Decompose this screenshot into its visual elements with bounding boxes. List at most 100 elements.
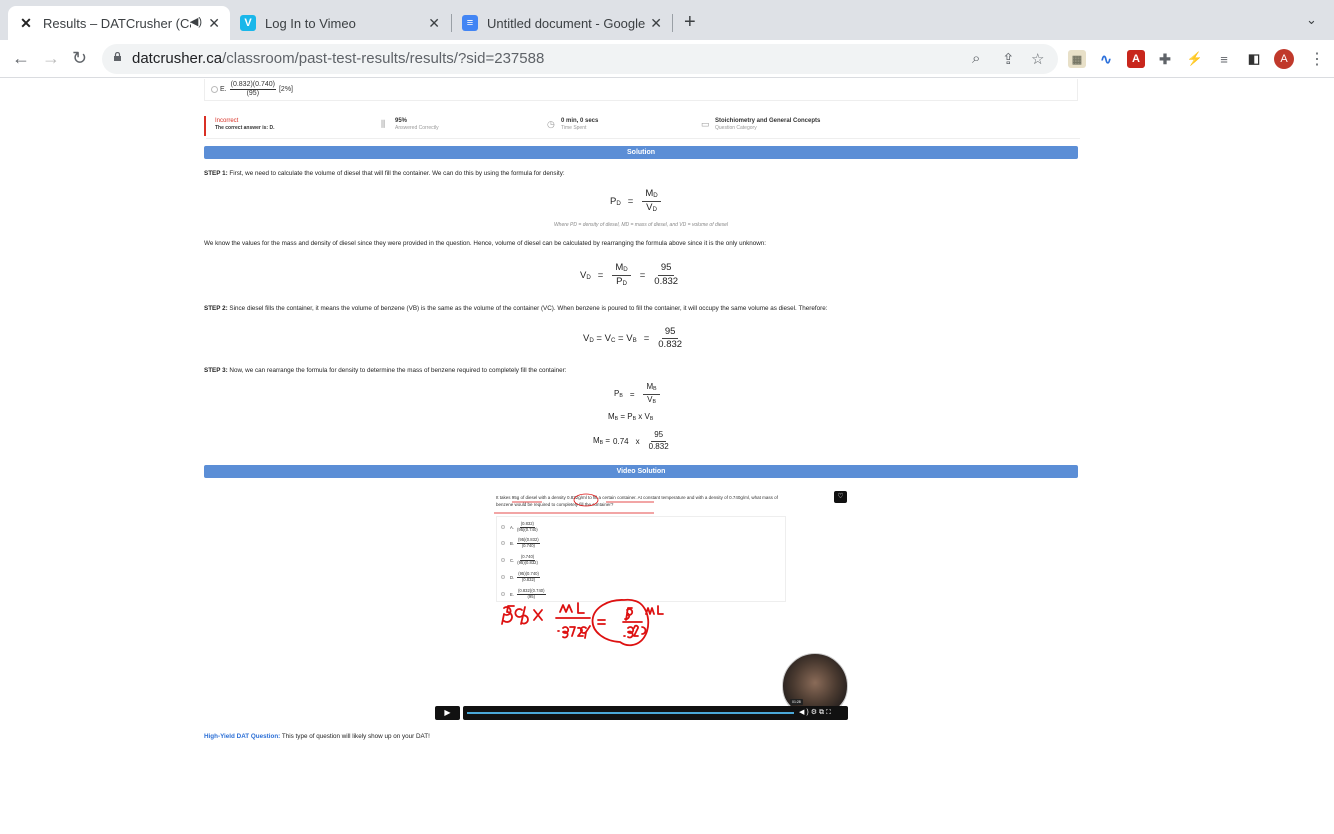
correct-answer-text: The correct answer is: D. bbox=[215, 125, 275, 131]
eq-term: VD bbox=[580, 269, 591, 281]
speaker-icon[interactable]: ◀) bbox=[190, 15, 202, 28]
reload-icon[interactable]: ↻ bbox=[72, 48, 87, 69]
volume-icon[interactable]: ◀) bbox=[799, 709, 811, 716]
high-yield-text: This type of question will likely show u… bbox=[280, 733, 430, 740]
radio-button bbox=[501, 558, 505, 563]
eq-term: PB bbox=[614, 389, 623, 400]
divider bbox=[206, 138, 1080, 139]
eq-term: VD = VC = VB bbox=[583, 333, 637, 345]
tab-google-docs[interactable]: ≡ Untitled document - Google Do ✕ bbox=[452, 6, 672, 40]
benzene-mass-result: MB = 0.74 x 95 0.832 bbox=[593, 430, 671, 452]
radio-button bbox=[501, 592, 505, 597]
calculator-extension-icon[interactable]: ▦ bbox=[1068, 50, 1086, 68]
step-body: First, we need to calculate the volume o… bbox=[227, 170, 565, 177]
eq-operator: = bbox=[629, 389, 635, 399]
category-value: Stoichiometry and General Concepts bbox=[715, 118, 821, 124]
close-tab-icon[interactable]: ✕ bbox=[428, 15, 440, 32]
eq-fraction: MB VB bbox=[643, 382, 660, 405]
option-percent: [2%] bbox=[278, 85, 293, 93]
variable-caption: Where PD = density of diesel, MD = mass … bbox=[0, 222, 1282, 228]
media-queue-icon[interactable]: ≡ bbox=[1215, 50, 1233, 68]
back-icon[interactable]: ← bbox=[12, 48, 30, 69]
radio-button[interactable] bbox=[211, 85, 218, 93]
bolt-extension-icon[interactable]: ⚡ bbox=[1186, 50, 1204, 68]
star-icon[interactable]: ☆ bbox=[1031, 50, 1044, 68]
time-value: 0 min, 0 secs bbox=[561, 118, 599, 124]
fullscreen-icon[interactable]: ⛶ bbox=[826, 709, 833, 716]
settings-icon[interactable]: ⚙ bbox=[811, 709, 819, 716]
option-e[interactable]: E. (0.832)(0.740) (95) [2%] bbox=[211, 81, 293, 97]
eq-operator: = bbox=[639, 269, 646, 281]
close-tab-icon[interactable]: ✕ bbox=[208, 15, 220, 32]
fraction-denominator: (95) bbox=[246, 89, 260, 97]
step-label: STEP 1: bbox=[204, 170, 228, 177]
eq-operator: x bbox=[635, 436, 640, 446]
percent-stat: ⫼ 95% Answered Correctly bbox=[381, 118, 439, 131]
share-icon[interactable]: ⇪ bbox=[1002, 50, 1015, 68]
waveform-extension-icon[interactable]: ∿ bbox=[1097, 50, 1115, 68]
tab-title: Log In to Vimeo bbox=[265, 15, 356, 31]
google-docs-icon: ≡ bbox=[462, 15, 478, 31]
radio-button bbox=[501, 575, 505, 580]
eq-operator: = bbox=[597, 269, 604, 281]
step-body: Since diesel fills the container, it mea… bbox=[227, 305, 828, 312]
percent-value: 95% bbox=[395, 118, 408, 124]
high-yield-label: High-Yield DAT Question: bbox=[204, 733, 281, 740]
option-fraction: (0.832)(0.740) (95) bbox=[229, 81, 276, 97]
address-bar[interactable]: datcrusher.ca/classroom/past-test-result… bbox=[102, 44, 1058, 74]
container-volume-equation: VD = VC = VB = 95 0.832 bbox=[583, 326, 684, 351]
menu-icon[interactable]: ⋮ bbox=[1309, 49, 1325, 69]
eq-term: PD bbox=[610, 195, 621, 207]
eq-value: 0.74 bbox=[613, 436, 629, 446]
fraction-denominator: 0.832 bbox=[654, 275, 679, 287]
eq-term: MB = bbox=[593, 436, 611, 447]
fraction-numerator: MD bbox=[642, 188, 661, 202]
option-letter: C. bbox=[510, 557, 515, 563]
close-tab-icon[interactable]: ✕ bbox=[650, 15, 662, 32]
step2-text: STEP 2: Since diesel fills the container… bbox=[204, 305, 828, 312]
percent-label: Answered Correctly bbox=[395, 125, 439, 131]
video-timestamp: 01:28 bbox=[790, 699, 803, 705]
eq-fraction: 95 0.832 bbox=[654, 262, 679, 287]
puzzle-icon[interactable]: ✚ bbox=[1156, 50, 1174, 68]
video-scrubber[interactable]: 01:28 ◀)⚙⧉⛶ bbox=[463, 699, 848, 720]
chevron-down-icon[interactable]: ⌄ bbox=[1306, 12, 1317, 28]
ink-annotation bbox=[494, 493, 654, 514]
pdf-extension-icon[interactable]: A bbox=[1127, 50, 1145, 68]
player-icons: ◀)⚙⧉⛶ bbox=[799, 708, 833, 717]
tab-strip: ✕ Results – DATCrusher (Can ◀) ✕ V Log I… bbox=[0, 0, 1334, 40]
progress-track[interactable] bbox=[467, 712, 794, 714]
tab-vimeo[interactable]: V Log In to Vimeo ✕ bbox=[230, 6, 450, 40]
side-panel-icon[interactable]: ◧ bbox=[1245, 50, 1263, 68]
avatar[interactable]: A bbox=[1274, 49, 1294, 69]
solution-header: Solution bbox=[204, 146, 1078, 159]
forward-icon[interactable]: → bbox=[42, 48, 60, 69]
option-card: E. (0.832)(0.740) (95) [2%] bbox=[204, 79, 1078, 101]
video-player[interactable]: It takes 95g of diesel with a density 0.… bbox=[434, 488, 848, 720]
video-option-c: C. (0.740) (95)(0.832) bbox=[501, 554, 541, 565]
benzene-density-equation: PB = MB VB bbox=[614, 382, 662, 405]
url-text: datcrusher.ca/classroom/past-test-result… bbox=[132, 50, 544, 67]
fraction-denominator: (95)(0.740) bbox=[516, 526, 538, 532]
fraction-denominator: (0.832) bbox=[521, 576, 536, 582]
tab-separator bbox=[672, 14, 673, 32]
density-equation: PD = MD VD bbox=[610, 188, 663, 214]
option-fraction: (0.740) (95)(0.832) bbox=[517, 554, 538, 565]
option-fraction: (0.832) (95)(0.740) bbox=[516, 521, 538, 532]
datcrusher-icon: ✕ bbox=[20, 14, 32, 31]
handwriting-drawing bbox=[501, 598, 664, 647]
new-tab-icon[interactable]: + bbox=[684, 11, 696, 34]
option-fraction: (95)(0.740) (0.832) bbox=[517, 571, 540, 582]
play-icon[interactable]: ▶ bbox=[435, 706, 460, 720]
pip-icon[interactable]: ⧉ bbox=[819, 709, 826, 716]
fraction-numerator: MD bbox=[612, 262, 631, 276]
heart-icon[interactable]: ♡ bbox=[834, 491, 847, 503]
zoom-icon[interactable]: ⌕ bbox=[972, 50, 980, 67]
fraction-denominator: VD bbox=[646, 201, 657, 213]
tab-datcrusher[interactable]: ✕ Results – DATCrusher (Can ◀) ✕ bbox=[8, 6, 230, 40]
video-solution-header: Video Solution bbox=[204, 465, 1078, 478]
url-path: /classroom/past-test-results/results/?si… bbox=[222, 50, 545, 67]
option-letter: A. bbox=[510, 524, 514, 530]
result-label: Incorrect bbox=[215, 118, 239, 124]
fraction-denominator: PD bbox=[616, 275, 627, 287]
